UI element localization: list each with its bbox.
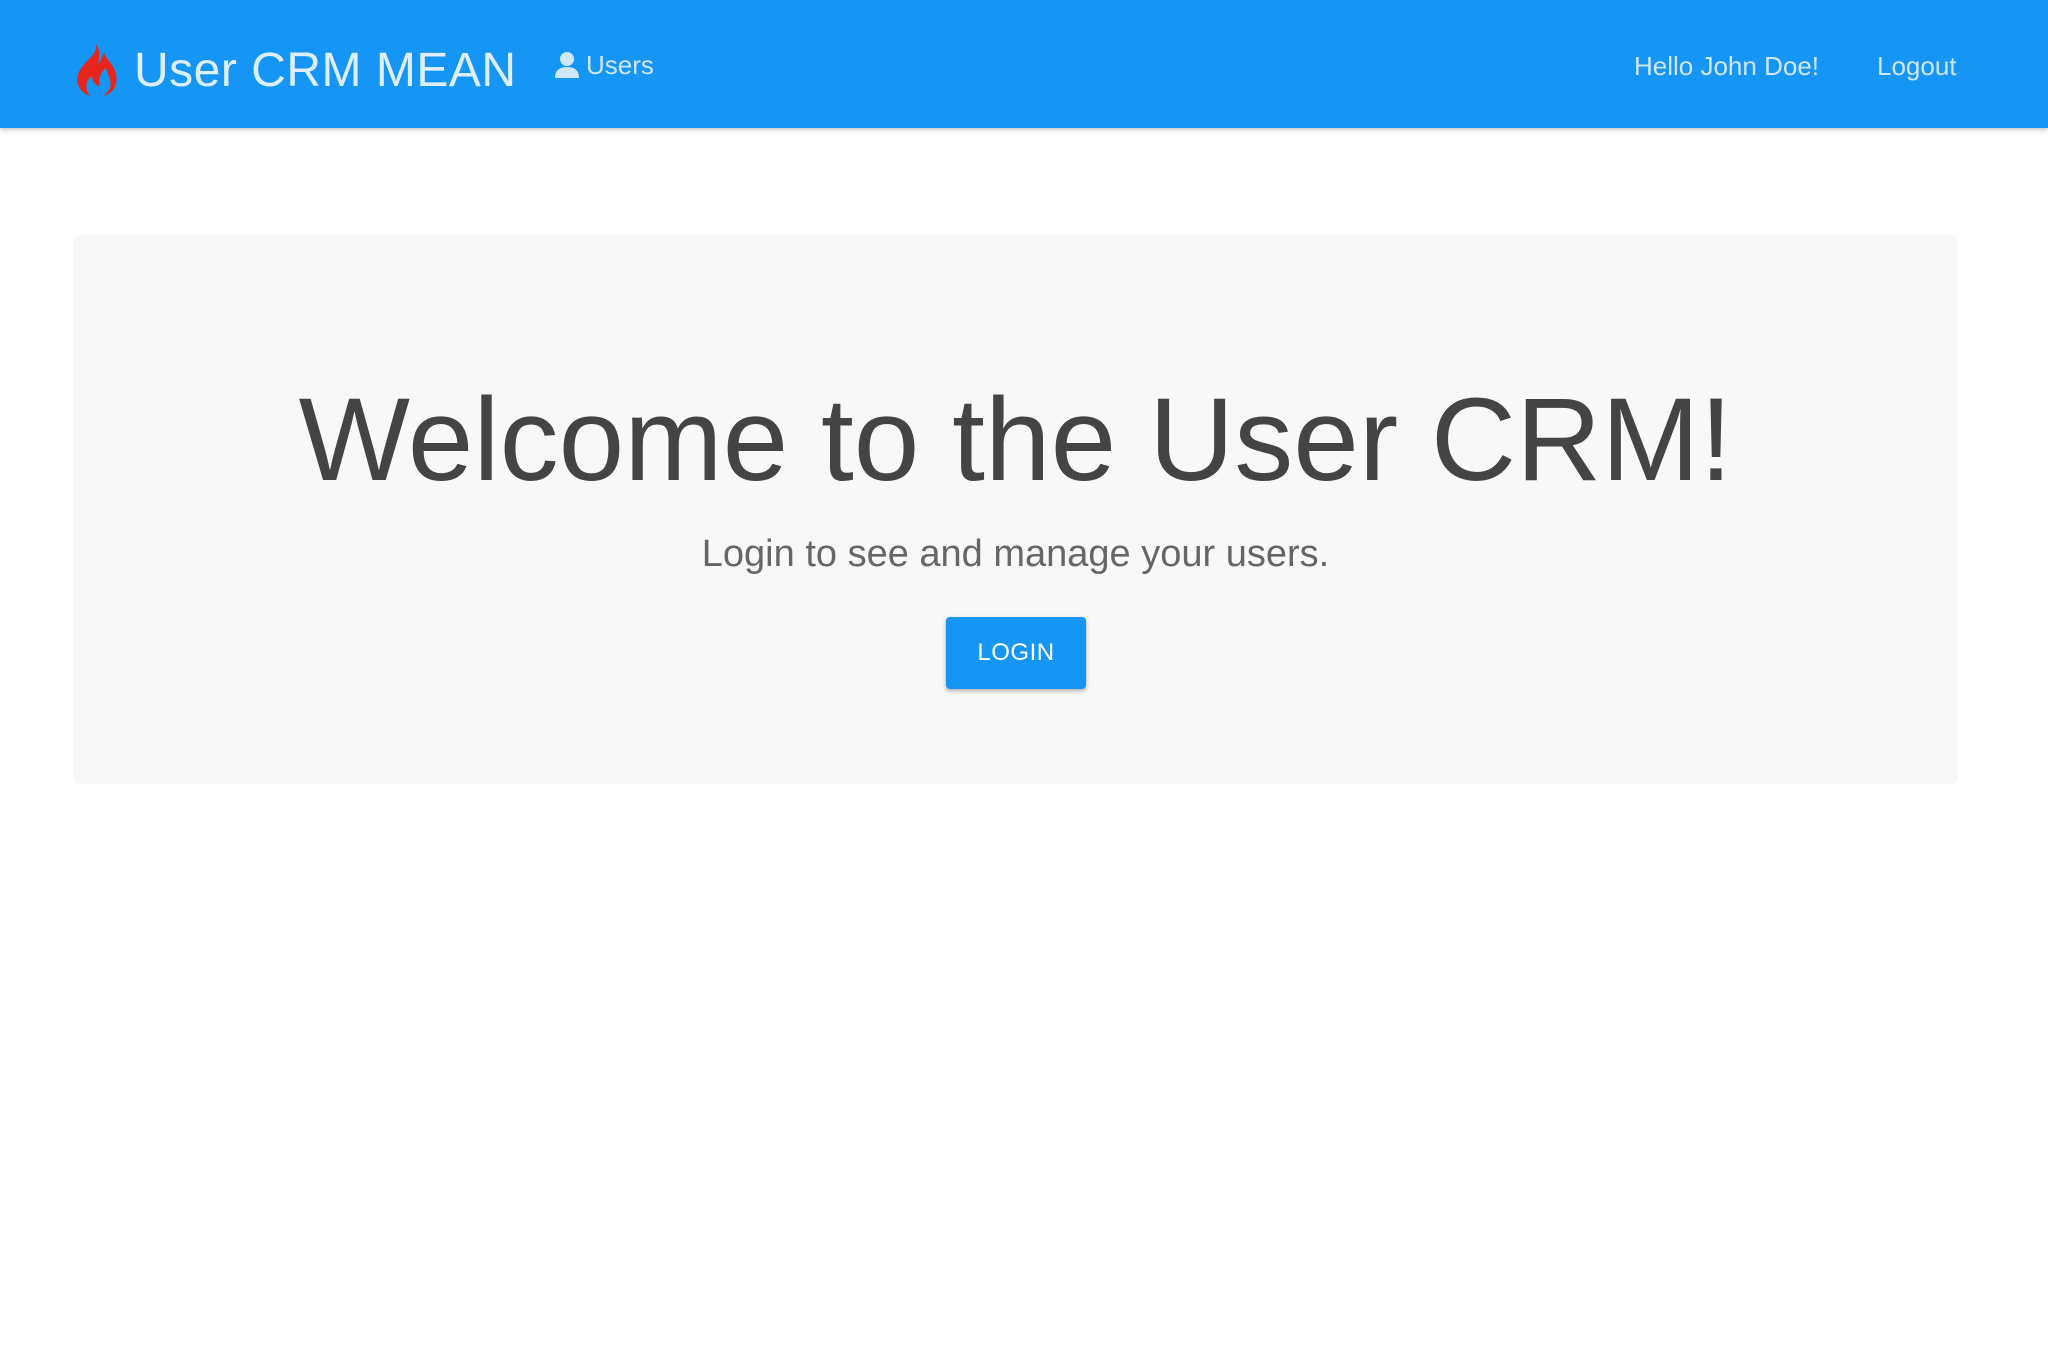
nav-users-link[interactable]: Users bbox=[554, 46, 654, 84]
user-greeting-link[interactable]: Hello John Doe! bbox=[1634, 46, 1819, 86]
nav-users-label: Users bbox=[586, 49, 654, 80]
user-icon bbox=[555, 52, 579, 78]
brand-title: User CRM MEAN bbox=[134, 43, 517, 97]
welcome-title: Welcome to the User CRM! bbox=[298, 374, 1733, 506]
top-navbar: User CRM MEAN Users Hello John Doe! Logo… bbox=[0, 0, 2048, 128]
welcome-subtitle: Login to see and manage your users. bbox=[701, 533, 1330, 575]
welcome-jumbotron: Welcome to the User CRM! Login to see an… bbox=[73, 235, 1958, 784]
fire-icon bbox=[77, 44, 117, 96]
brand-link[interactable]: User CRM MEAN bbox=[72, 38, 517, 102]
logout-link[interactable]: Logout bbox=[1877, 46, 1957, 86]
login-button[interactable]: LOGIN bbox=[946, 617, 1086, 689]
